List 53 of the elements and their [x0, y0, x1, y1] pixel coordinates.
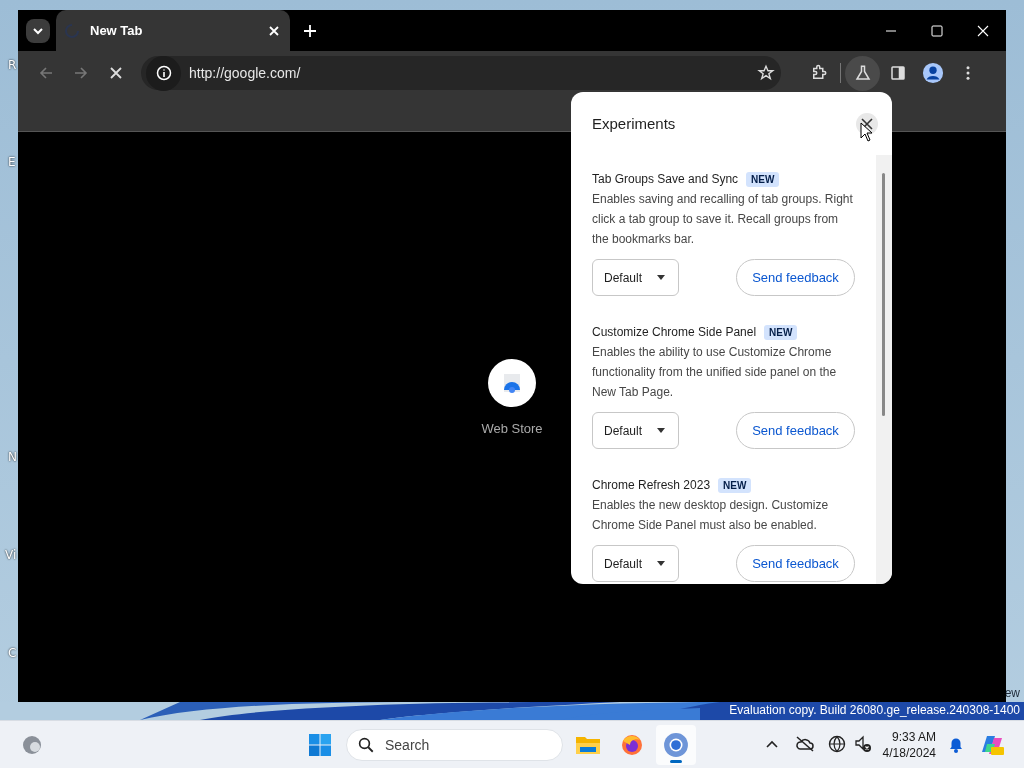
send-feedback-button[interactable]: Send feedback	[736, 259, 855, 296]
send-feedback-button[interactable]: Send feedback	[736, 545, 855, 582]
globe-icon[interactable]	[828, 735, 846, 753]
tab-title: New Tab	[90, 23, 144, 38]
info-icon[interactable]	[146, 55, 181, 91]
experiment-description: Enables the new desktop design. Customize Chrome Side Panel must also be enabled.	[592, 497, 830, 534]
option-dropdown[interactable]: Default	[592, 545, 679, 582]
url-text: http://google.com/	[189, 65, 302, 81]
experiment-description: Enables saving and recalling of tab groups. Right click a tab group to save it. Recall groups from the bookmarks bar.	[592, 191, 854, 248]
option-dropdown[interactable]: Default	[592, 412, 679, 449]
flask-icon[interactable]	[845, 55, 880, 91]
maximize-icon[interactable]	[931, 24, 943, 37]
plus-icon[interactable]	[303, 23, 317, 38]
shortcut-label: Web Store	[481, 420, 543, 436]
stop-icon[interactable]	[108, 66, 123, 80]
close-icon[interactable]	[268, 24, 280, 37]
cursor-icon	[860, 122, 874, 142]
caret-icon	[656, 560, 666, 567]
new-badge: NEW	[746, 171, 780, 187]
option-dropdown[interactable]: Default	[592, 259, 679, 296]
windows-logo-icon[interactable]	[308, 733, 332, 757]
caret-icon	[656, 274, 666, 281]
scrollbar[interactable]	[876, 155, 892, 584]
clock-date[interactable]: 4/18/2024	[882, 745, 936, 761]
shortcut-tile[interactable]	[488, 358, 536, 407]
tab-search-button[interactable]	[26, 18, 50, 43]
close-icon[interactable]	[977, 24, 989, 37]
experiment-name: Chrome Refresh 2023	[592, 478, 711, 492]
address-bar[interactable]: http://google.com/	[141, 56, 781, 90]
new-badge: NEW	[764, 324, 798, 340]
bell-icon[interactable]	[948, 736, 964, 754]
experiment-name: Customize Chrome Side Panel	[592, 325, 757, 339]
search-icon[interactable]	[357, 736, 375, 754]
search-field[interactable]: Search	[383, 736, 537, 754]
chevron-up-icon[interactable]	[765, 739, 779, 749]
search-bar[interactable]: Search	[346, 729, 563, 761]
send-feedback-button[interactable]: Send feedback	[736, 412, 855, 449]
back-arrow-icon[interactable]	[37, 65, 54, 81]
caret-icon	[656, 427, 666, 434]
close-icon	[861, 117, 873, 130]
speaker-muted-icon[interactable]	[854, 735, 872, 753]
experiment-description: Enables the ability to use Customize Chrome functionality from the unified side panel on the New Tab Page.	[592, 344, 838, 401]
forward-arrow-icon[interactable]	[72, 65, 89, 81]
chrome-icon[interactable]	[656, 725, 696, 765]
widgets-icon[interactable]	[20, 733, 44, 757]
panel-title: Experiments	[592, 115, 676, 132]
new-badge: NEW	[718, 477, 752, 493]
clock-time[interactable]: 9:33 AM	[891, 729, 936, 745]
experiment-name: Tab Groups Save and Sync	[592, 172, 739, 186]
browser-tab[interactable]: New Tab	[56, 10, 290, 51]
watermark-text: Evaluation copy. Build 26080.ge_release.240308-1400	[729, 703, 1020, 717]
star-icon[interactable]	[757, 64, 775, 82]
cloud-offline-icon[interactable]	[795, 736, 815, 752]
